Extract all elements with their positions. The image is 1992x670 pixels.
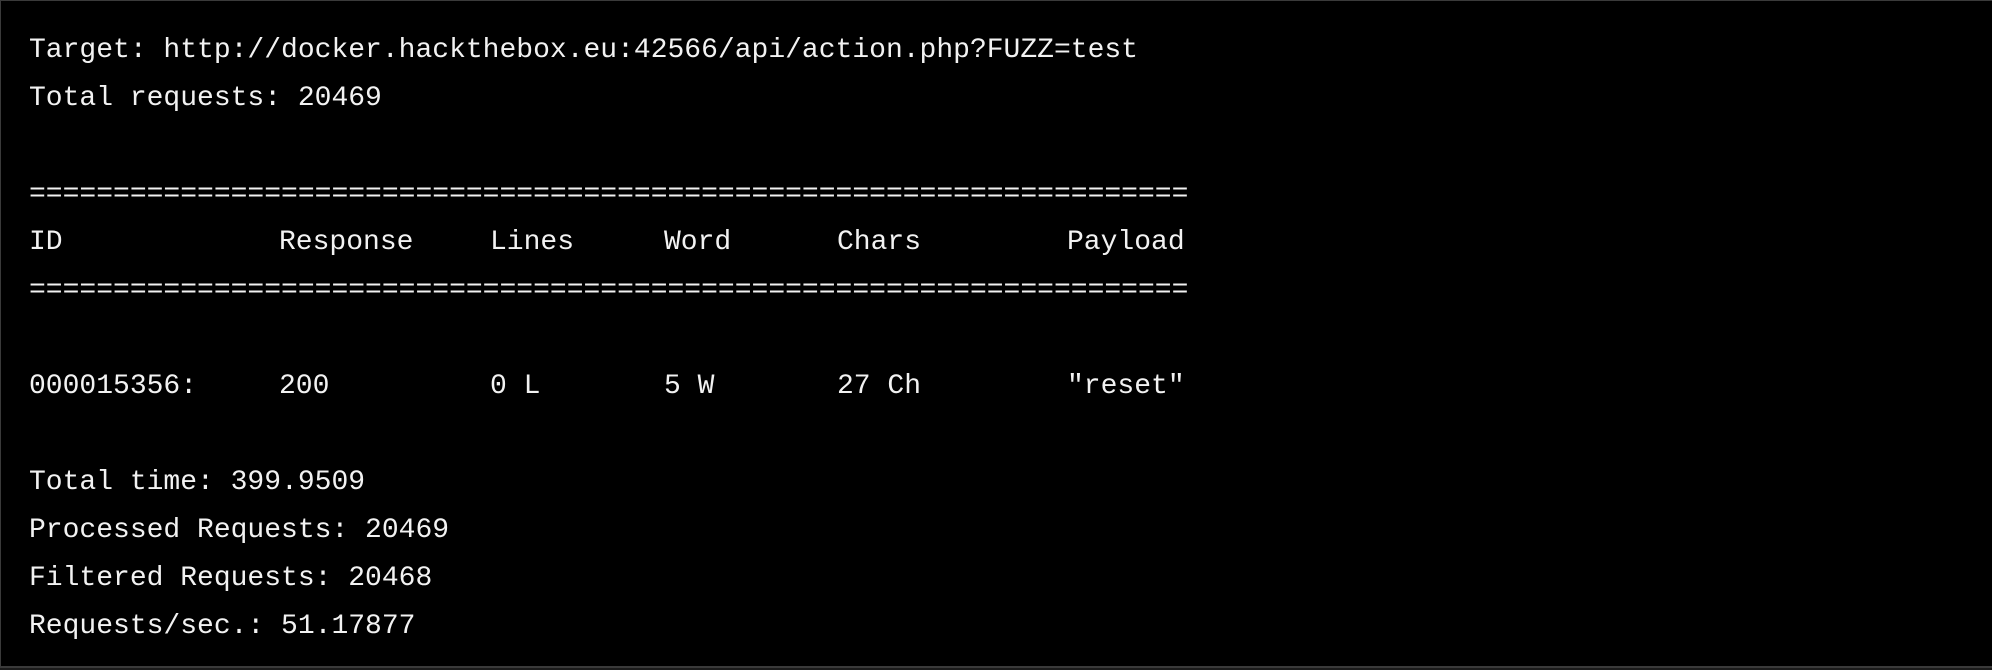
terminal-output: Target: http://docker.hackthebox.eu:4256…: [0, 0, 1992, 668]
column-response: Response: [279, 227, 414, 258]
target-line: Target: http://docker.hackthebox.eu:4256…: [29, 35, 1138, 66]
column-lines: Lines: [490, 227, 575, 258]
total-time-line: Total time: 399.9509: [29, 467, 366, 498]
column-chars: Chars: [837, 227, 922, 258]
total-requests-line: Total requests: 20469: [29, 83, 382, 114]
column-id: ID: [29, 227, 63, 258]
separator-bottom: ========================================…: [29, 275, 1189, 306]
processed-requests-line: Processed Requests: 20469: [29, 515, 450, 546]
cell-id: 000015356:: [29, 371, 198, 402]
separator-top: ========================================…: [29, 179, 1189, 210]
cell-payload: "reset": [1067, 371, 1185, 402]
filtered-requests-line: Filtered Requests: 20468: [29, 563, 433, 594]
cell-lines: 0 L: [490, 371, 541, 402]
cell-response: 200: [279, 371, 330, 402]
column-word: Word: [664, 227, 732, 258]
cell-word: 5 W: [664, 371, 715, 402]
column-payload: Payload: [1067, 227, 1185, 258]
table-row: 000015356: 200 0 L 5 W 27 Ch "reset": [29, 369, 1992, 417]
cell-chars: 27 Ch: [837, 371, 922, 402]
requests-per-sec-line: Requests/sec.: 51.17877: [29, 611, 416, 642]
table-header: ID Response Lines Word Chars Payload: [29, 225, 1992, 273]
